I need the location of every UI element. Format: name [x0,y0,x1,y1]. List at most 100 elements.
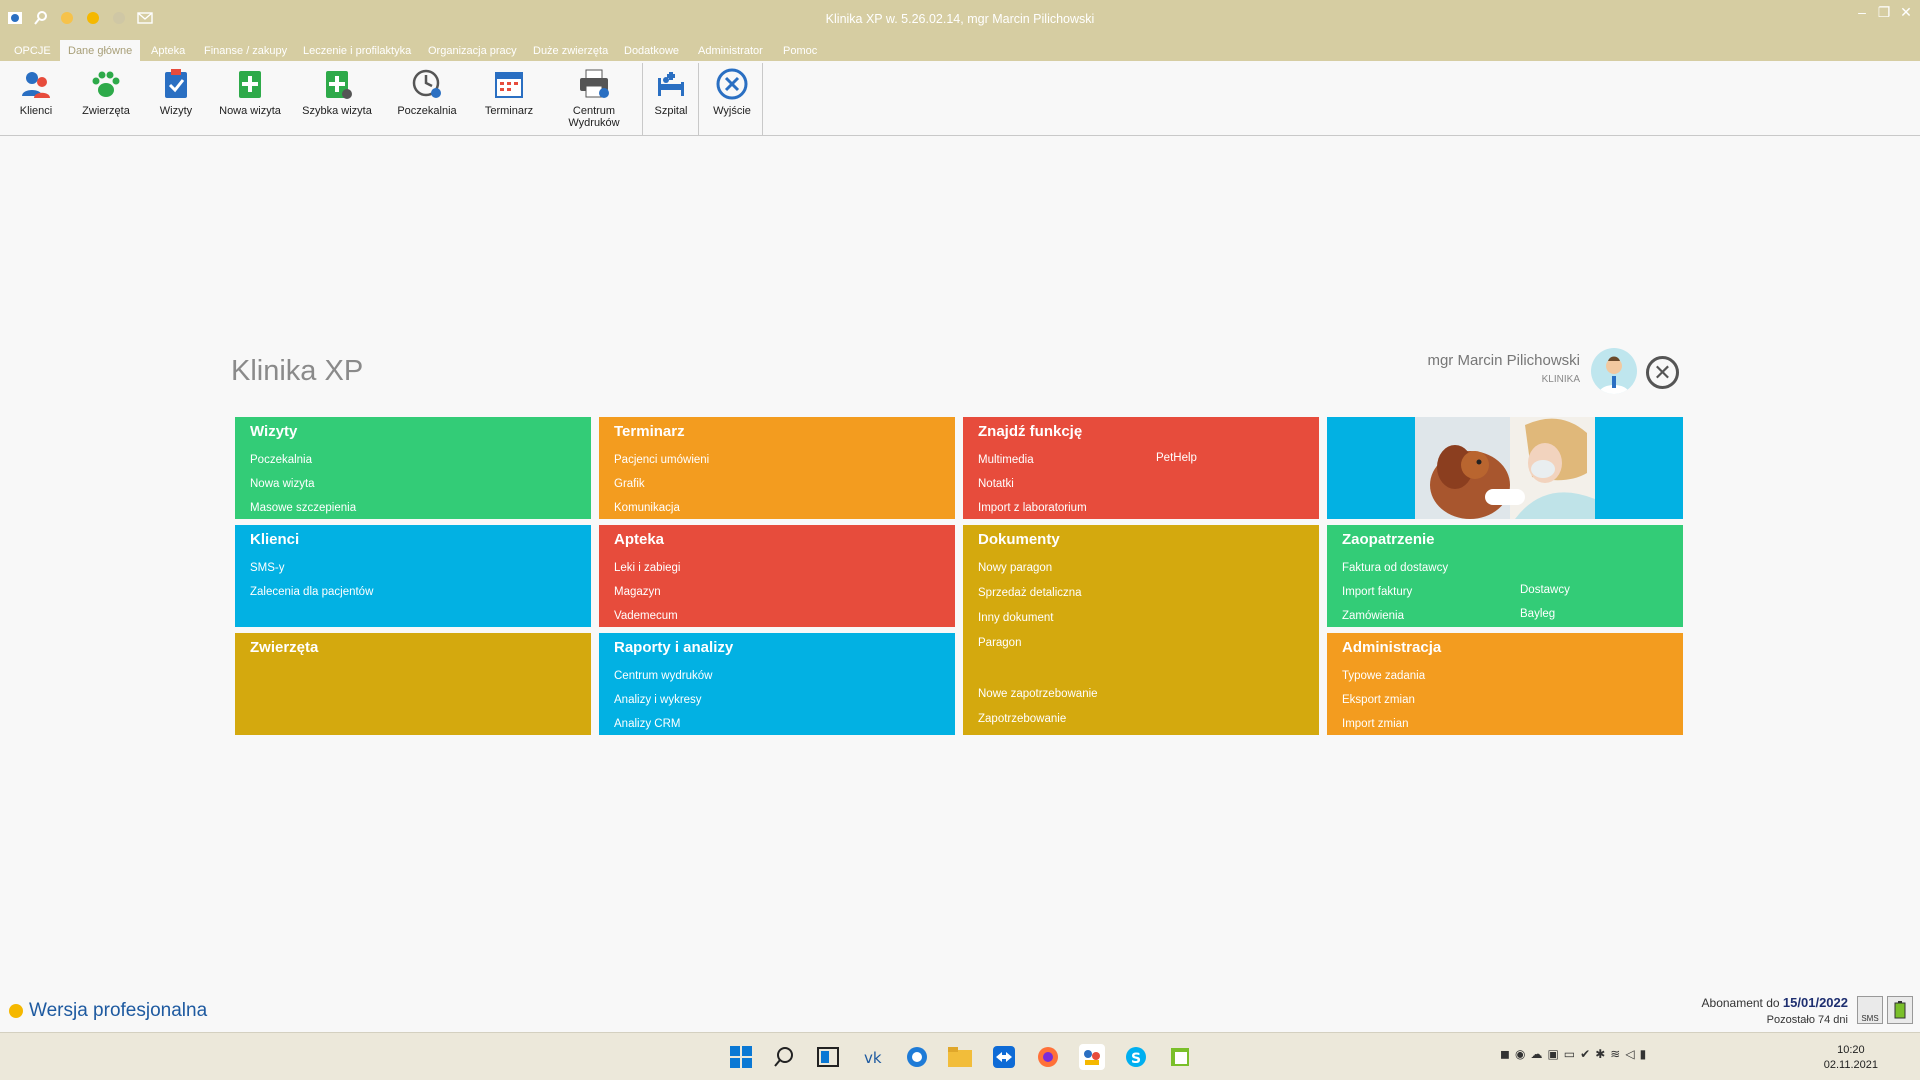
nowa-wizyta-button[interactable]: Nowa wizyta [212,67,288,117]
app-vk-icon[interactable]: vk [860,1044,886,1070]
paw-icon [89,67,123,101]
minimize-button[interactable]: – [1854,4,1870,21]
tile-link[interactable]: Analizy CRM [614,712,940,736]
wyjscie-button[interactable]: Wyjście [704,67,760,117]
tile-link[interactable]: Bayleg [1520,602,1555,626]
terminarz-button[interactable]: Terminarz [478,67,540,117]
tile-link[interactable]: Faktura od dostawcy [1342,556,1668,580]
teams-icon[interactable]: ◼ [1500,1047,1510,1061]
cloud-icon[interactable]: ☁ [1530,1047,1542,1061]
tab-leczenie[interactable]: Leczenie i profilaktyka [295,40,419,61]
tile-link[interactable]: Masowe szczepienia [250,496,576,520]
poczekalnia-button[interactable]: Poczekalnia [394,67,460,117]
tile-link[interactable]: Multimedia [978,448,1304,472]
clock-icon [410,67,444,101]
close-icon[interactable]: ✕ [1646,356,1679,389]
tile-link[interactable]: Pacjenci umówieni [614,448,940,472]
tab-organizacja[interactable]: Organizacja pracy [420,40,525,61]
tile-link[interactable]: Leki i zabiegi [614,556,940,580]
github-icon[interactable] [904,1044,930,1070]
ribbon-label: Zwierzęta [82,105,130,117]
ribbon-label: Nowa wizyta [219,105,281,117]
tile-link[interactable]: Import faktury [1342,580,1668,604]
search-icon[interactable] [771,1044,797,1070]
tile-link[interactable]: Zamówienia [1342,604,1668,628]
tile-link[interactable]: Sprzedaż detaliczna [978,581,1304,606]
tile-zwierzeta[interactable]: Zwierzęta [235,633,591,735]
tile-terminarz[interactable]: Terminarz Pacjenci umówieni Grafik Komun… [599,417,955,519]
tile-link[interactable]: PetHelp [1156,446,1197,470]
tile-apteka[interactable]: Apteka Leki i zabiegi Magazyn Vademecum [599,525,955,627]
tab-apteka[interactable]: Apteka [143,40,193,61]
restore-button[interactable]: ❐ [1876,4,1892,21]
shield-icon[interactable]: ✔ [1580,1047,1590,1061]
szybka-wizyta-button[interactable]: Szybka wizyta [298,67,376,117]
task-view-icon[interactable] [815,1044,841,1070]
tile-link[interactable]: Eksport zmian [1342,688,1668,712]
szpital-button[interactable]: Szpital [648,67,694,117]
printer-icon [577,67,611,101]
tile-link[interactable]: Nowa wizyta [250,472,576,496]
tile-wizyty[interactable]: Wizyty Poczekalnia Nowa wizyta Masowe sz… [235,417,591,519]
tile-link[interactable]: Paragon [978,631,1304,656]
tile-link[interactable]: SMS-y [250,556,576,580]
battery-icon[interactable]: ▮ [1640,1047,1647,1061]
sms-battery-icon[interactable]: SMS [1857,996,1883,1024]
notepad-icon[interactable] [1167,1044,1193,1070]
tile-klienci[interactable]: Klienci SMS-y Zalecenia dla pacjentów [235,525,591,627]
tile-link[interactable]: Analizy i wykresy [614,688,940,712]
tile-link[interactable]: Komunikacja [614,496,940,520]
tile-link[interactable]: Zalecenia dla pacjentów [250,580,576,604]
printer-icon[interactable]: ▣ [1547,1047,1558,1061]
close-button[interactable]: ✕ [1898,4,1914,21]
tile-link[interactable]: Notatki [978,472,1304,496]
folder-icon[interactable] [947,1044,973,1070]
tile-znajdz-funkcje[interactable]: Znajdź funkcję Multimedia Notatki Import… [963,417,1319,519]
tab-opcje[interactable]: OPCJE [6,40,59,61]
tile-link[interactable]: Import zmian [1342,712,1668,736]
tile-link[interactable]: Centrum wydruków [614,664,940,688]
zwierzeta-button[interactable]: Zwierzęta [76,67,136,117]
klienci-button[interactable]: Klienci [14,67,58,117]
tab-pomoc[interactable]: Pomoc [775,40,825,61]
clock[interactable]: 10:20 02.11.2021 [1824,1043,1878,1073]
tile-link[interactable]: Nowy paragon [978,556,1304,581]
menu-tabs: OPCJE Dane główne Apteka Finanse / zakup… [0,37,1920,61]
bluetooth-icon[interactable]: ✱ [1595,1047,1605,1061]
tile-zaopatrzenie[interactable]: Zaopatrzenie Faktura od dostawcy Import … [1327,525,1683,627]
wifi-icon[interactable]: ≋ [1610,1047,1620,1061]
tile-link[interactable]: Nowe zapotrzebowanie [978,682,1098,706]
tile-dokumenty[interactable]: Dokumenty Nowy paragon Sprzedaż detalicz… [963,525,1319,735]
volume-icon[interactable]: ◁ [1625,1047,1634,1061]
klinika-app-icon[interactable] [1079,1044,1105,1070]
display-icon[interactable]: ▭ [1564,1047,1575,1061]
battery-icon[interactable] [1887,996,1913,1024]
tile-link[interactable]: Zapotrzebowanie [978,707,1066,731]
tab-dodatkowe[interactable]: Dodatkowe [616,40,687,61]
tab-duze-zwierzeta[interactable]: Duże zwierzęta [525,40,616,61]
teamviewer-icon[interactable] [991,1044,1017,1070]
network-icon[interactable]: ◉ [1515,1047,1525,1061]
page-title: Klinika XP [231,355,364,387]
wizyty-button[interactable]: Wizyty [154,67,198,117]
tile-link[interactable]: Poczekalnia [250,448,576,472]
centrum-wydrukow-button[interactable]: Centrum Wydruków [560,67,628,129]
tile-link[interactable]: Import z laboratorium [978,496,1304,520]
tile-link[interactable]: Magazyn [614,580,940,604]
ribbon-label: Centrum [572,105,616,117]
ribbon-separator [698,63,699,135]
tab-dane-glowne[interactable]: Dane główne [60,40,141,61]
start-icon[interactable] [728,1044,754,1070]
firefox-icon[interactable] [1035,1044,1061,1070]
tile-link[interactable]: Typowe zadania [1342,664,1668,688]
tile-administracja[interactable]: Administracja Typowe zadania Eksport zmi… [1327,633,1683,735]
tile-raporty[interactable]: Raporty i analizy Centrum wydruków Anali… [599,633,955,735]
avatar[interactable] [1591,348,1637,394]
skype-icon[interactable]: S [1123,1044,1149,1070]
tile-link[interactable]: Dostawcy [1520,578,1570,602]
tile-link[interactable]: Inny dokument [978,606,1304,631]
tile-link[interactable]: Vademecum [614,604,940,628]
tile-link[interactable]: Grafik [614,472,940,496]
tab-finanse[interactable]: Finanse / zakupy [196,40,295,61]
tab-administrator[interactable]: Administrator [690,40,771,61]
